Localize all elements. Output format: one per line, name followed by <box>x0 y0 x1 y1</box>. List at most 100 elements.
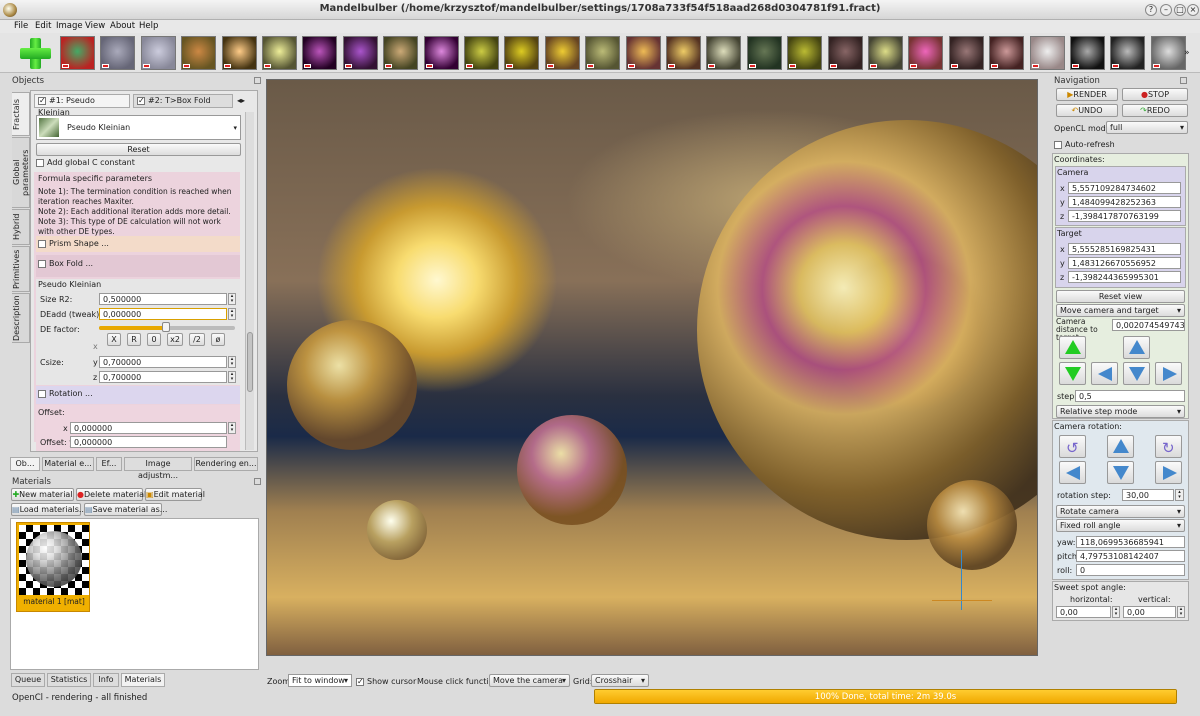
help-window-icon[interactable]: ? <box>1145 4 1157 16</box>
maximize-icon[interactable]: □ <box>1174 4 1186 16</box>
step-input[interactable]: 0,5 <box>1075 390 1185 402</box>
rotation-step-input[interactable]: 30,00 <box>1122 489 1174 501</box>
delete-preset-icon[interactable] <box>587 64 595 68</box>
zoom-select[interactable]: Fit to window ▾ <box>288 674 352 687</box>
preset-thumbnail[interactable] <box>342 36 378 70</box>
rotate-up-button[interactable] <box>1107 435 1134 458</box>
move-forward-button[interactable] <box>1059 336 1086 359</box>
tab-scroll-right-icon[interactable]: ◂▸ <box>237 96 245 105</box>
size-r2-input[interactable]: 0,500000 <box>99 293 227 305</box>
size-r2-spinner[interactable]: ▴ ▾ <box>228 293 236 305</box>
rotation-checkbox[interactable]: Rotation ... <box>38 389 93 398</box>
delete-preset-icon[interactable] <box>466 64 473 68</box>
delete-preset-icon[interactable] <box>102 64 110 68</box>
tab-fractals[interactable]: Fractals <box>12 92 30 136</box>
menu-about[interactable]: About <box>110 21 135 31</box>
delete-preset-icon[interactable] <box>1112 64 1120 68</box>
preset-thumbnail[interactable] <box>908 36 944 70</box>
de-factor-reset-button[interactable]: ø <box>211 333 225 346</box>
opencl-mode-select[interactable]: full ▾ <box>1106 121 1188 134</box>
delete-preset-icon[interactable] <box>668 64 675 68</box>
save-material-button[interactable]: ▤Save material as... <box>84 503 167 516</box>
delete-preset-icon[interactable] <box>991 64 999 68</box>
target-y-input[interactable]: 1,483126670556952 <box>1068 257 1181 269</box>
preset-thumbnail[interactable] <box>504 36 540 70</box>
yaw-input[interactable]: 118,0699536685941 <box>1076 536 1185 548</box>
preset-thumbnail[interactable] <box>827 36 863 70</box>
navigation-close-icon[interactable] <box>1180 77 1187 84</box>
formula-reset-button[interactable]: Reset <box>36 143 241 156</box>
undo-button[interactable]: ↶UNDO <box>1056 104 1118 117</box>
move-up-button[interactable] <box>1123 336 1150 359</box>
roll-input[interactable]: 0 <box>1076 564 1185 576</box>
preset-thumbnail[interactable] <box>868 36 903 70</box>
de-factor-r-button[interactable]: R <box>127 333 141 346</box>
dock-tab-material-editor[interactable]: Material e... <box>42 457 94 471</box>
tab-hybrid[interactable]: Hybrid <box>12 209 30 245</box>
preset-thumbnail[interactable] <box>666 36 701 70</box>
delete-preset-icon[interactable] <box>344 64 352 68</box>
delete-preset-icon[interactable] <box>62 64 69 68</box>
menu-help[interactable]: Help <box>139 21 158 31</box>
delete-preset-icon[interactable] <box>1072 64 1079 68</box>
preset-thumbnail[interactable] <box>423 36 459 70</box>
delete-preset-icon[interactable] <box>183 64 191 68</box>
preset-thumbnail[interactable] <box>787 36 823 70</box>
offset-y-input[interactable]: 0,000000 <box>70 436 227 448</box>
preset-thumbnail[interactable] <box>1150 36 1186 70</box>
preset-thumbnail[interactable] <box>706 36 742 70</box>
camera-distance-input[interactable]: 0,002074549743986 <box>1112 319 1185 331</box>
camera-x-input[interactable]: 5,557109284734602 <box>1068 182 1181 194</box>
add-preset-button[interactable] <box>18 36 52 70</box>
preset-thumbnail[interactable] <box>948 36 984 70</box>
csize-z-spinner[interactable]: ▴ ▾ <box>228 371 236 383</box>
dock-tab-effects[interactable]: Ef... <box>96 457 122 471</box>
rotate-right-button[interactable] <box>1155 461 1182 484</box>
step-mode-select[interactable]: Relative step mode ▾ <box>1056 405 1185 418</box>
rotate-mode-select[interactable]: Rotate camera ▾ <box>1056 505 1185 518</box>
tab-description[interactable]: Description <box>12 293 30 343</box>
show-cursor-checkbox[interactable]: ✓ Show cursor <box>356 677 416 686</box>
load-materials-button[interactable]: ▤Load materials... <box>11 503 86 516</box>
dock-tab-rendering-engine[interactable]: Rendering en... <box>194 457 258 471</box>
delete-preset-icon[interactable] <box>142 64 150 68</box>
delete-preset-icon[interactable] <box>223 64 231 68</box>
horizontal-spinner[interactable]: ▴ ▾ <box>1112 606 1120 618</box>
roll-left-button[interactable]: ↺ <box>1059 435 1086 458</box>
grid-select[interactable]: Crosshair ▾ <box>591 674 649 687</box>
render-button[interactable]: ▶RENDER <box>1056 88 1118 101</box>
reset-view-button[interactable]: Reset view <box>1056 290 1185 303</box>
prism-shape-checkbox[interactable]: Prism Shape ... <box>38 239 109 248</box>
target-z-input[interactable]: -1,398244365995301 <box>1068 271 1181 283</box>
minimize-icon[interactable]: – <box>1160 4 1172 16</box>
dock-tab-image-adjustments[interactable]: Image adjustm... <box>124 457 192 480</box>
move-down-button[interactable] <box>1123 362 1150 385</box>
preset-thumbnail[interactable] <box>60 36 95 70</box>
delete-preset-icon[interactable] <box>708 64 716 68</box>
tab-statistics[interactable]: Statistics <box>47 673 91 687</box>
preset-thumbnail[interactable] <box>989 36 1025 70</box>
edit-material-button[interactable]: ▣Edit material <box>145 488 205 501</box>
de-factor-half-button[interactable]: /2 <box>189 333 205 346</box>
delete-preset-icon[interactable] <box>829 64 837 68</box>
formula-tab-2[interactable]: ✓ #2: T>Box Fold <box>133 94 233 108</box>
menu-image[interactable]: Image <box>56 21 83 31</box>
delete-preset-icon[interactable] <box>264 64 271 68</box>
tab-global-parameters[interactable]: Global parameters <box>12 137 30 208</box>
toolbar-extend-icon[interactable]: » <box>1184 48 1190 58</box>
target-x-input[interactable]: 5,555285169825431 <box>1068 243 1181 255</box>
material-item[interactable]: material 1 [mat] <box>16 522 90 612</box>
materials-panel-close-icon[interactable] <box>254 478 261 485</box>
delete-preset-icon[interactable] <box>385 64 393 68</box>
menu-view[interactable]: View <box>85 21 105 31</box>
rotate-down-button[interactable] <box>1107 461 1134 484</box>
checkbox-checked[interactable]: ✓ <box>137 96 145 105</box>
delete-preset-icon[interactable] <box>546 64 554 68</box>
move-mode-select[interactable]: Move camera and target ▾ <box>1056 304 1185 317</box>
preset-thumbnail[interactable] <box>544 36 580 70</box>
csize-z-input[interactable]: 0,700000 <box>99 371 227 383</box>
vertical-input[interactable]: 0,00 <box>1123 606 1176 618</box>
tab-queue[interactable]: Queue <box>11 673 45 687</box>
render-viewport[interactable] <box>266 79 1038 656</box>
checkbox-checked[interactable]: ✓ <box>38 96 46 105</box>
